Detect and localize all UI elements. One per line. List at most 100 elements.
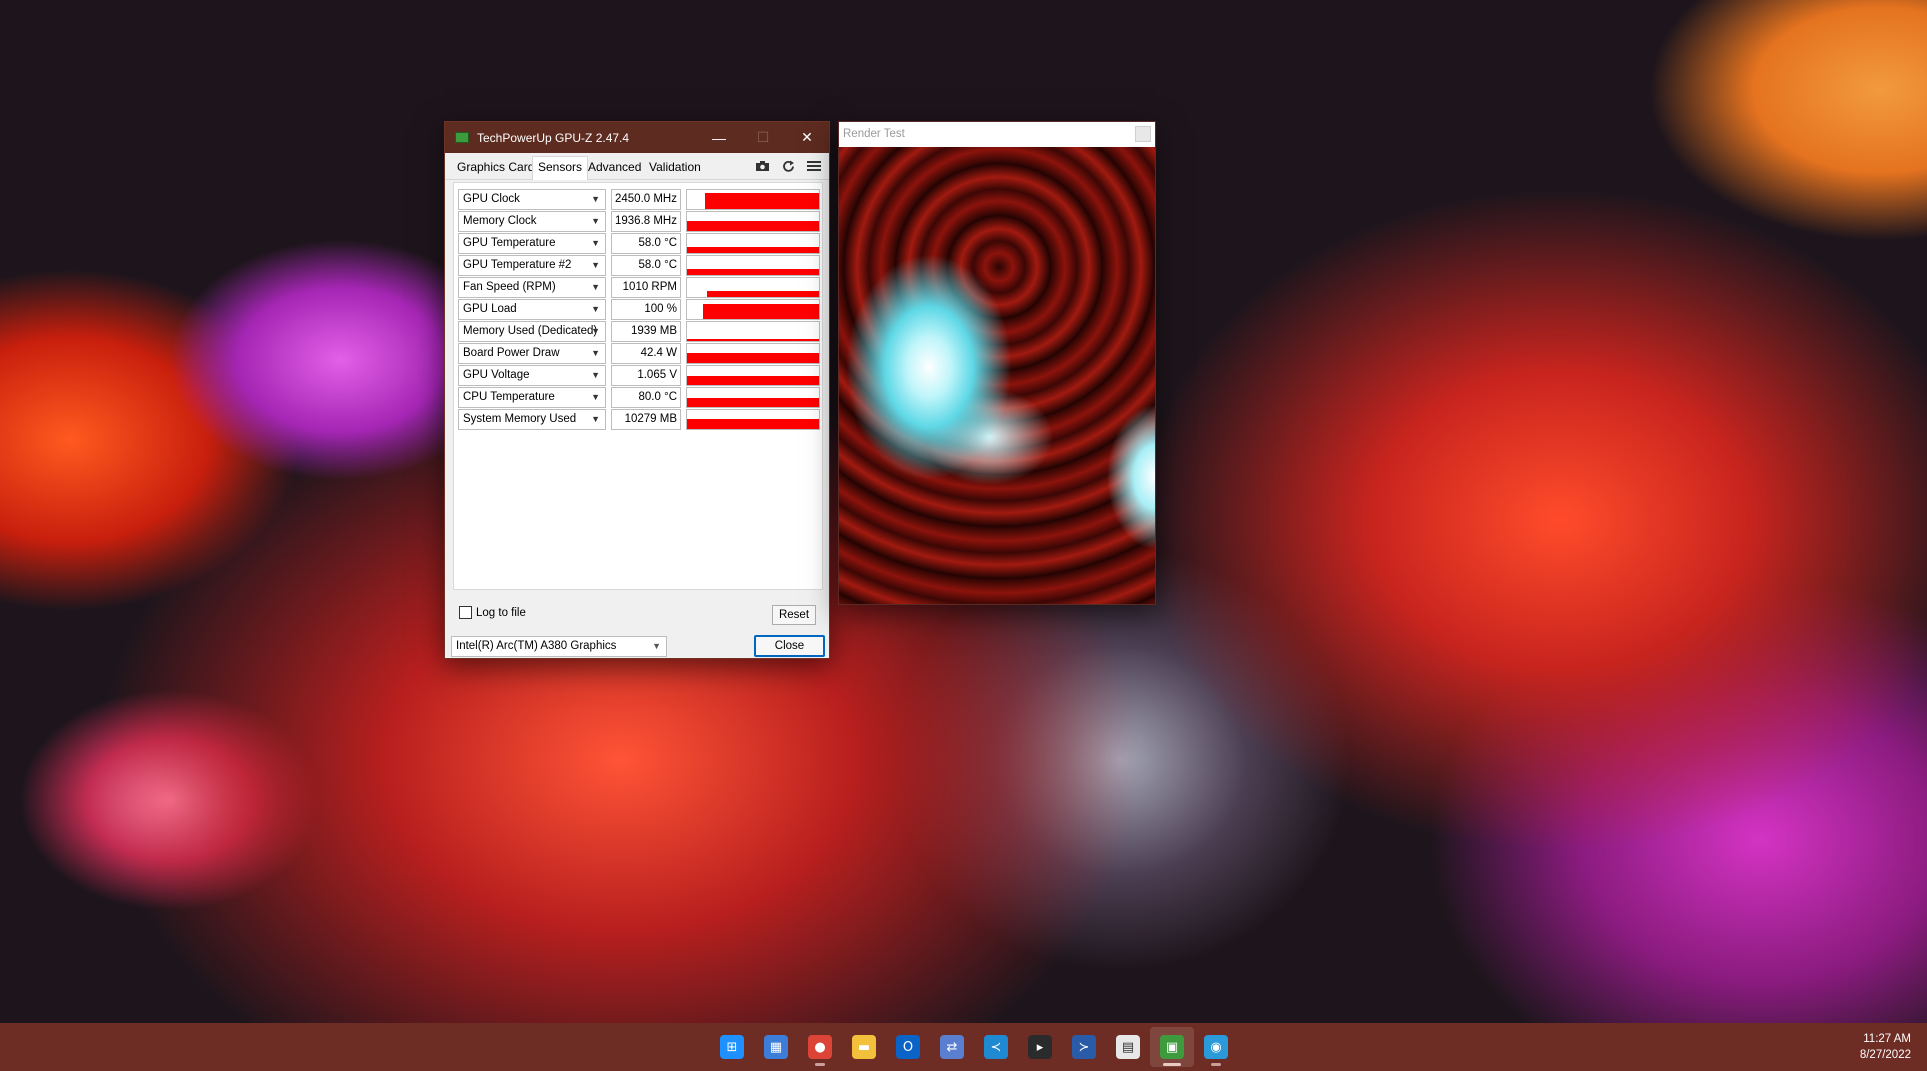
close-button[interactable]: Close xyxy=(754,635,825,657)
sensor-row: GPU Voltage ▼ 1.065 V xyxy=(458,365,820,386)
running-indicator xyxy=(1211,1063,1221,1066)
sensor-value: 100 % xyxy=(611,299,681,320)
sensor-graph-fill xyxy=(687,418,819,429)
sensor-value: 58.0 °C xyxy=(611,255,681,276)
system-clock[interactable]: 11:27 AM 8/27/2022 xyxy=(1860,1031,1911,1063)
sensor-name: Fan Speed (RPM) xyxy=(463,281,556,293)
sensor-name-dropdown[interactable]: GPU Temperature #2 ▼ xyxy=(458,255,606,276)
render-test-title-bar[interactable]: Render Test xyxy=(839,122,1155,147)
chevron-down-icon: ▼ xyxy=(652,641,661,651)
sensor-row: GPU Load ▼ 100 % xyxy=(458,299,820,320)
gpu-select-dropdown[interactable]: Intel(R) Arc(TM) A380 Graphics ▼ xyxy=(451,636,667,657)
outlook-icon[interactable]: O xyxy=(886,1027,930,1067)
camera-icon[interactable] xyxy=(753,158,771,174)
menu-icon[interactable] xyxy=(805,158,823,174)
sensor-name-dropdown[interactable]: GPU Clock ▼ xyxy=(458,189,606,210)
sensor-name-dropdown[interactable]: Fan Speed (RPM) ▼ xyxy=(458,277,606,298)
sensor-value: 1010 RPM xyxy=(611,277,681,298)
minimize-button[interactable]: — xyxy=(697,122,741,153)
sensor-graph xyxy=(686,255,820,276)
powershell-icon[interactable]: ≻ xyxy=(1062,1027,1106,1067)
sensor-value: 1.065 V xyxy=(611,365,681,386)
chevron-down-icon: ▼ xyxy=(591,304,600,314)
tab-validation[interactable]: Validation xyxy=(645,158,705,176)
sensor-name-dropdown[interactable]: System Memory Used ▼ xyxy=(458,409,606,430)
sensor-graph-fill xyxy=(687,247,819,253)
sensor-value: 58.0 °C xyxy=(611,233,681,254)
sensor-graph-fill xyxy=(687,376,819,385)
chevron-down-icon: ▼ xyxy=(591,326,600,336)
running-indicator xyxy=(815,1063,825,1066)
file-explorer-icon[interactable]: ▬ xyxy=(842,1027,886,1067)
taskbar: ⊞ ▦ ● ▬ O ⇄ ≺ ▸ ≻ ▤ ▣ ◉ 11:27 AM 8/27/2022 xyxy=(0,1023,1927,1071)
globe-app-icon[interactable]: ◉ xyxy=(1194,1027,1238,1067)
sensor-row: Board Power Draw ▼ 42.4 W xyxy=(458,343,820,364)
sensor-name-dropdown[interactable]: GPU Load ▼ xyxy=(458,299,606,320)
sensor-graph xyxy=(686,409,820,430)
sensor-name-dropdown[interactable]: GPU Temperature ▼ xyxy=(458,233,606,254)
sensor-name: Memory Used (Dedicated) xyxy=(463,325,598,337)
sensor-name: GPU Voltage xyxy=(463,369,530,381)
window-title: TechPowerUp GPU-Z 2.47.4 xyxy=(477,130,630,145)
chevron-down-icon: ▼ xyxy=(591,194,600,204)
store-icon-glyph: ▤ xyxy=(1116,1035,1140,1059)
sensor-name: Board Power Draw xyxy=(463,347,560,359)
sensor-name-dropdown[interactable]: GPU Voltage ▼ xyxy=(458,365,606,386)
sensor-graph xyxy=(686,189,820,210)
gpu-select-value: Intel(R) Arc(TM) A380 Graphics xyxy=(456,640,617,652)
sensor-value: 42.4 W xyxy=(611,343,681,364)
gpuz-app-icon xyxy=(455,132,469,143)
terminal-icon-glyph: ▸ xyxy=(1028,1035,1052,1059)
network-icon-glyph: ⇄ xyxy=(940,1035,964,1059)
render-test-close-button[interactable] xyxy=(1135,126,1151,142)
tab-sensors[interactable]: Sensors xyxy=(532,156,589,180)
vscode-icon[interactable]: ≺ xyxy=(974,1027,1018,1067)
sensor-row: Fan Speed (RPM) ▼ 1010 RPM xyxy=(458,277,820,298)
sensor-graph-fill xyxy=(687,192,819,209)
sensor-name-dropdown[interactable]: Memory Used (Dedicated) ▼ xyxy=(458,321,606,342)
gpuz-taskbar-icon[interactable]: ▣ xyxy=(1150,1027,1194,1067)
sensor-name: GPU Clock xyxy=(463,193,520,205)
sensor-name-dropdown[interactable]: Board Power Draw ▼ xyxy=(458,343,606,364)
windows-start-icon[interactable]: ⊞ xyxy=(710,1027,754,1067)
render-test-title: Render Test xyxy=(843,128,905,140)
gpuz-taskbar-icon-glyph: ▣ xyxy=(1160,1035,1184,1059)
chrome-icon[interactable]: ● xyxy=(798,1027,842,1067)
tab-bar: Graphics Card Sensors Advanced Validatio… xyxy=(445,153,829,180)
log-to-file-label: Log to file xyxy=(476,606,526,619)
tab-advanced[interactable]: Advanced xyxy=(584,158,645,176)
sensor-graph xyxy=(686,343,820,364)
sensor-name-dropdown[interactable]: Memory Clock ▼ xyxy=(458,211,606,232)
chevron-down-icon: ▼ xyxy=(591,282,600,292)
sensor-graph-fill xyxy=(687,269,819,275)
store-icon[interactable]: ▤ xyxy=(1106,1027,1150,1067)
close-window-button[interactable]: ✕ xyxy=(785,122,829,153)
sensor-graph-gap xyxy=(687,278,707,297)
sensor-graph-fill xyxy=(687,220,819,231)
sensor-name-dropdown[interactable]: CPU Temperature ▼ xyxy=(458,387,606,408)
sensor-graph-fill xyxy=(687,303,819,319)
render-test-canvas xyxy=(839,147,1155,604)
running-indicator xyxy=(1163,1063,1181,1066)
photos-icon[interactable]: ▦ xyxy=(754,1027,798,1067)
log-to-file[interactable]: Log to file xyxy=(459,606,526,619)
sensor-row: Memory Clock ▼ 1936.8 MHz xyxy=(458,211,820,232)
reset-button[interactable]: Reset xyxy=(772,605,816,625)
vscode-icon-glyph: ≺ xyxy=(984,1035,1008,1059)
sensor-graph xyxy=(686,233,820,254)
log-to-file-checkbox[interactable] xyxy=(459,606,472,619)
sensor-graph xyxy=(686,321,820,342)
powershell-icon-glyph: ≻ xyxy=(1072,1035,1096,1059)
sensor-name: System Memory Used xyxy=(463,413,577,425)
render-test-window: Render Test xyxy=(838,121,1156,605)
title-bar[interactable]: TechPowerUp GPU-Z 2.47.4 — ☐ ✕ xyxy=(445,122,829,153)
refresh-icon[interactable] xyxy=(779,158,797,174)
tab-graphics-card[interactable]: Graphics Card xyxy=(453,158,538,176)
chevron-down-icon: ▼ xyxy=(591,392,600,402)
terminal-icon[interactable]: ▸ xyxy=(1018,1027,1062,1067)
maximize-button: ☐ xyxy=(756,129,770,145)
sensor-row: CPU Temperature ▼ 80.0 °C xyxy=(458,387,820,408)
sensor-row: GPU Clock ▼ 2450.0 MHz xyxy=(458,189,820,210)
chrome-icon-glyph: ● xyxy=(808,1035,832,1059)
network-icon[interactable]: ⇄ xyxy=(930,1027,974,1067)
